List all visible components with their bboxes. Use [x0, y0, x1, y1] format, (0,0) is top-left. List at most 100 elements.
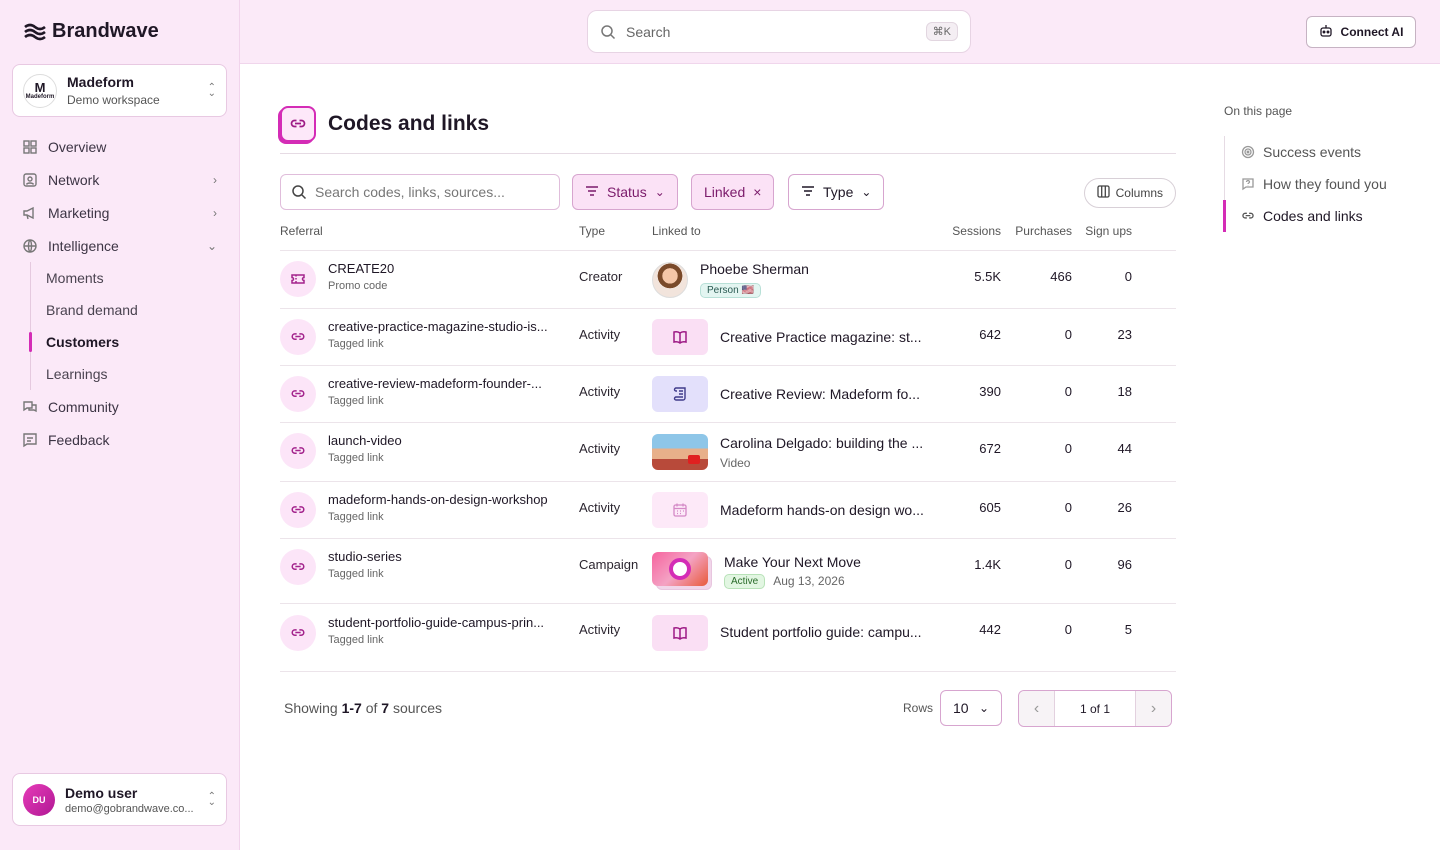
calendar-icon — [652, 492, 708, 528]
referral-sub: Tagged link — [328, 338, 384, 350]
col-signups[interactable]: Sign ups — [1072, 224, 1132, 238]
col-linked-to[interactable]: Linked to — [652, 224, 934, 238]
table-row[interactable]: student-portfolio-guide-campus-prin... T… — [280, 604, 1176, 672]
linked-name[interactable]: Creative Review: Madeform fo... — [720, 386, 920, 402]
rows-label: Rows — [903, 701, 934, 715]
on-this-page: On this page Success events How they fou… — [1223, 104, 1414, 232]
chevron-down-icon: ⌄ — [978, 701, 989, 715]
scroll-icon — [652, 376, 708, 412]
page-title: Codes and links — [328, 112, 490, 135]
global-search[interactable]: ⌘K — [587, 10, 971, 53]
toc-success-events[interactable]: Success events — [1241, 136, 1414, 168]
globe-icon — [22, 238, 38, 254]
chat-bubbles-icon — [22, 399, 38, 415]
linked-filter-chip[interactable]: Linked × — [691, 174, 775, 210]
sidebar-item-label: Network — [48, 171, 100, 188]
sidebar-item-feedback[interactable]: Feedback — [12, 423, 227, 456]
prev-page-button[interactable]: ‹ — [1019, 691, 1055, 726]
linked-name[interactable]: Creative Practice magazine: st... — [720, 329, 922, 345]
chevron-left-icon: ‹ — [1033, 699, 1040, 717]
table-row[interactable]: madeform-hands-on-design-workshop Tagged… — [280, 482, 1176, 539]
col-sessions[interactable]: Sessions — [934, 224, 1001, 238]
referral-sub: Tagged link — [328, 568, 384, 580]
ticket-icon — [280, 261, 316, 297]
campaign-date: Aug 13, 2026 — [773, 574, 845, 588]
link-icon — [280, 433, 316, 469]
linked-name[interactable]: Student portfolio guide: campu... — [720, 624, 922, 640]
workspace-sub: Demo workspace — [67, 93, 160, 107]
table-row[interactable]: launch-video Tagged link Activity Caroli… — [280, 423, 1176, 482]
columns-button[interactable]: Columns — [1083, 178, 1176, 208]
referral-name: madeform-hands-on-design-workshop — [328, 492, 548, 507]
avatar — [652, 261, 688, 298]
megaphone-icon — [22, 205, 38, 221]
sidebar-item-community[interactable]: Community — [12, 390, 227, 423]
signups-value: 26 — [1117, 500, 1132, 515]
row-type: Activity — [579, 622, 621, 637]
sidebar-item-label: Overview — [48, 138, 107, 155]
sidebar-item-moments[interactable]: Moments — [31, 262, 227, 294]
purchases-value: 466 — [1050, 269, 1072, 284]
table-row[interactable]: creative-review-madeform-founder-... Tag… — [280, 366, 1176, 423]
referral-sub: Promo code — [328, 280, 388, 292]
chevron-down-icon: ⌄ — [206, 238, 217, 253]
search-icon — [291, 184, 307, 200]
sidebar-item-overview[interactable]: Overview — [12, 130, 227, 163]
chevron-down-icon: ⌄ — [861, 185, 872, 199]
status-filter-label: Status — [607, 184, 647, 200]
purchases-value: 0 — [1064, 441, 1072, 456]
on-this-page-title: On this page — [1224, 104, 1293, 118]
linked-name[interactable]: Make Your Next Move — [724, 554, 861, 570]
table-search-input[interactable] — [315, 184, 549, 200]
toc-how-they-found-you[interactable]: How they found you — [1241, 168, 1414, 200]
purchases-value: 0 — [1064, 384, 1072, 399]
chevron-right-icon: › — [213, 205, 217, 220]
robot-icon — [1319, 24, 1333, 41]
user-menu[interactable]: DU Demo user demo@gobrandwave.co... ⌃ ⌄ — [12, 773, 227, 826]
sidebar-item-learnings[interactable]: Learnings — [31, 358, 227, 390]
referral-sub: Tagged link — [328, 511, 384, 523]
table-row[interactable]: CREATE20 Promo code Creator Phoebe Sherm… — [280, 251, 1176, 309]
linked-name[interactable]: Phoebe Sherman — [700, 261, 809, 277]
signups-value: 0 — [1124, 269, 1132, 284]
workspace-switcher[interactable]: M Madeform Madeform Demo workspace ⌃ ⌄ — [12, 64, 227, 117]
status-filter[interactable]: Status ⌄ — [572, 174, 678, 210]
play-icon — [688, 455, 700, 464]
type-filter-label: Type — [823, 184, 854, 200]
linked-name[interactable]: Madeform hands-on design wo... — [720, 502, 924, 518]
sessions-value: 390 — [979, 384, 1001, 399]
sidebar-item-brand-demand[interactable]: Brand demand — [31, 294, 227, 326]
close-icon[interactable]: × — [753, 184, 761, 200]
table-search[interactable] — [280, 174, 560, 210]
sidebar-item-marketing[interactable]: Marketing › — [12, 196, 227, 229]
sidebar-item-network[interactable]: Network › — [12, 163, 227, 196]
col-referral[interactable]: Referral — [280, 224, 579, 238]
purchases-value: 0 — [1064, 500, 1072, 515]
connect-ai-button[interactable]: Connect AI — [1306, 16, 1416, 48]
sidebar-item-intelligence[interactable]: Intelligence ⌄ — [12, 229, 227, 262]
type-filter[interactable]: Type ⌄ — [788, 174, 885, 210]
status-badge: Active — [724, 573, 766, 589]
col-type[interactable]: Type — [579, 224, 652, 238]
intelligence-submenu: Moments Brand demand Customers Learnings — [29, 262, 227, 390]
shortcut-hint: ⌘K — [925, 22, 958, 41]
linked-name[interactable]: Carolina Delgado: building the ... — [720, 435, 923, 451]
link-icon — [280, 549, 316, 585]
next-page-button[interactable]: › — [1135, 691, 1171, 726]
sidebar-item-label: Feedback — [48, 431, 110, 448]
table-row[interactable]: studio-series Tagged link Campaign Make … — [280, 539, 1176, 604]
topbar: ⌘K Connect AI — [240, 0, 1440, 64]
toc-codes-and-links[interactable]: Codes and links — [1223, 200, 1414, 232]
table-row[interactable]: creative-practice-magazine-studio-is... … — [280, 309, 1176, 366]
col-purchases[interactable]: Purchases — [1001, 224, 1072, 238]
workspace-logo: M Madeform — [23, 73, 57, 108]
sidebar-item-customers[interactable]: Customers — [29, 326, 227, 358]
pagination-summary: Showing 1-7 of 7 sources — [284, 700, 443, 716]
rows-value: 10 — [953, 700, 969, 716]
brand-logo[interactable]: Brandwave — [24, 20, 159, 43]
rows-per-page-select[interactable]: 10 ⌄ — [940, 690, 1002, 726]
signups-value: 18 — [1117, 384, 1132, 399]
linked-filter-label: Linked — [704, 184, 746, 200]
row-type: Creator — [579, 269, 623, 284]
search-input[interactable] — [626, 23, 926, 40]
